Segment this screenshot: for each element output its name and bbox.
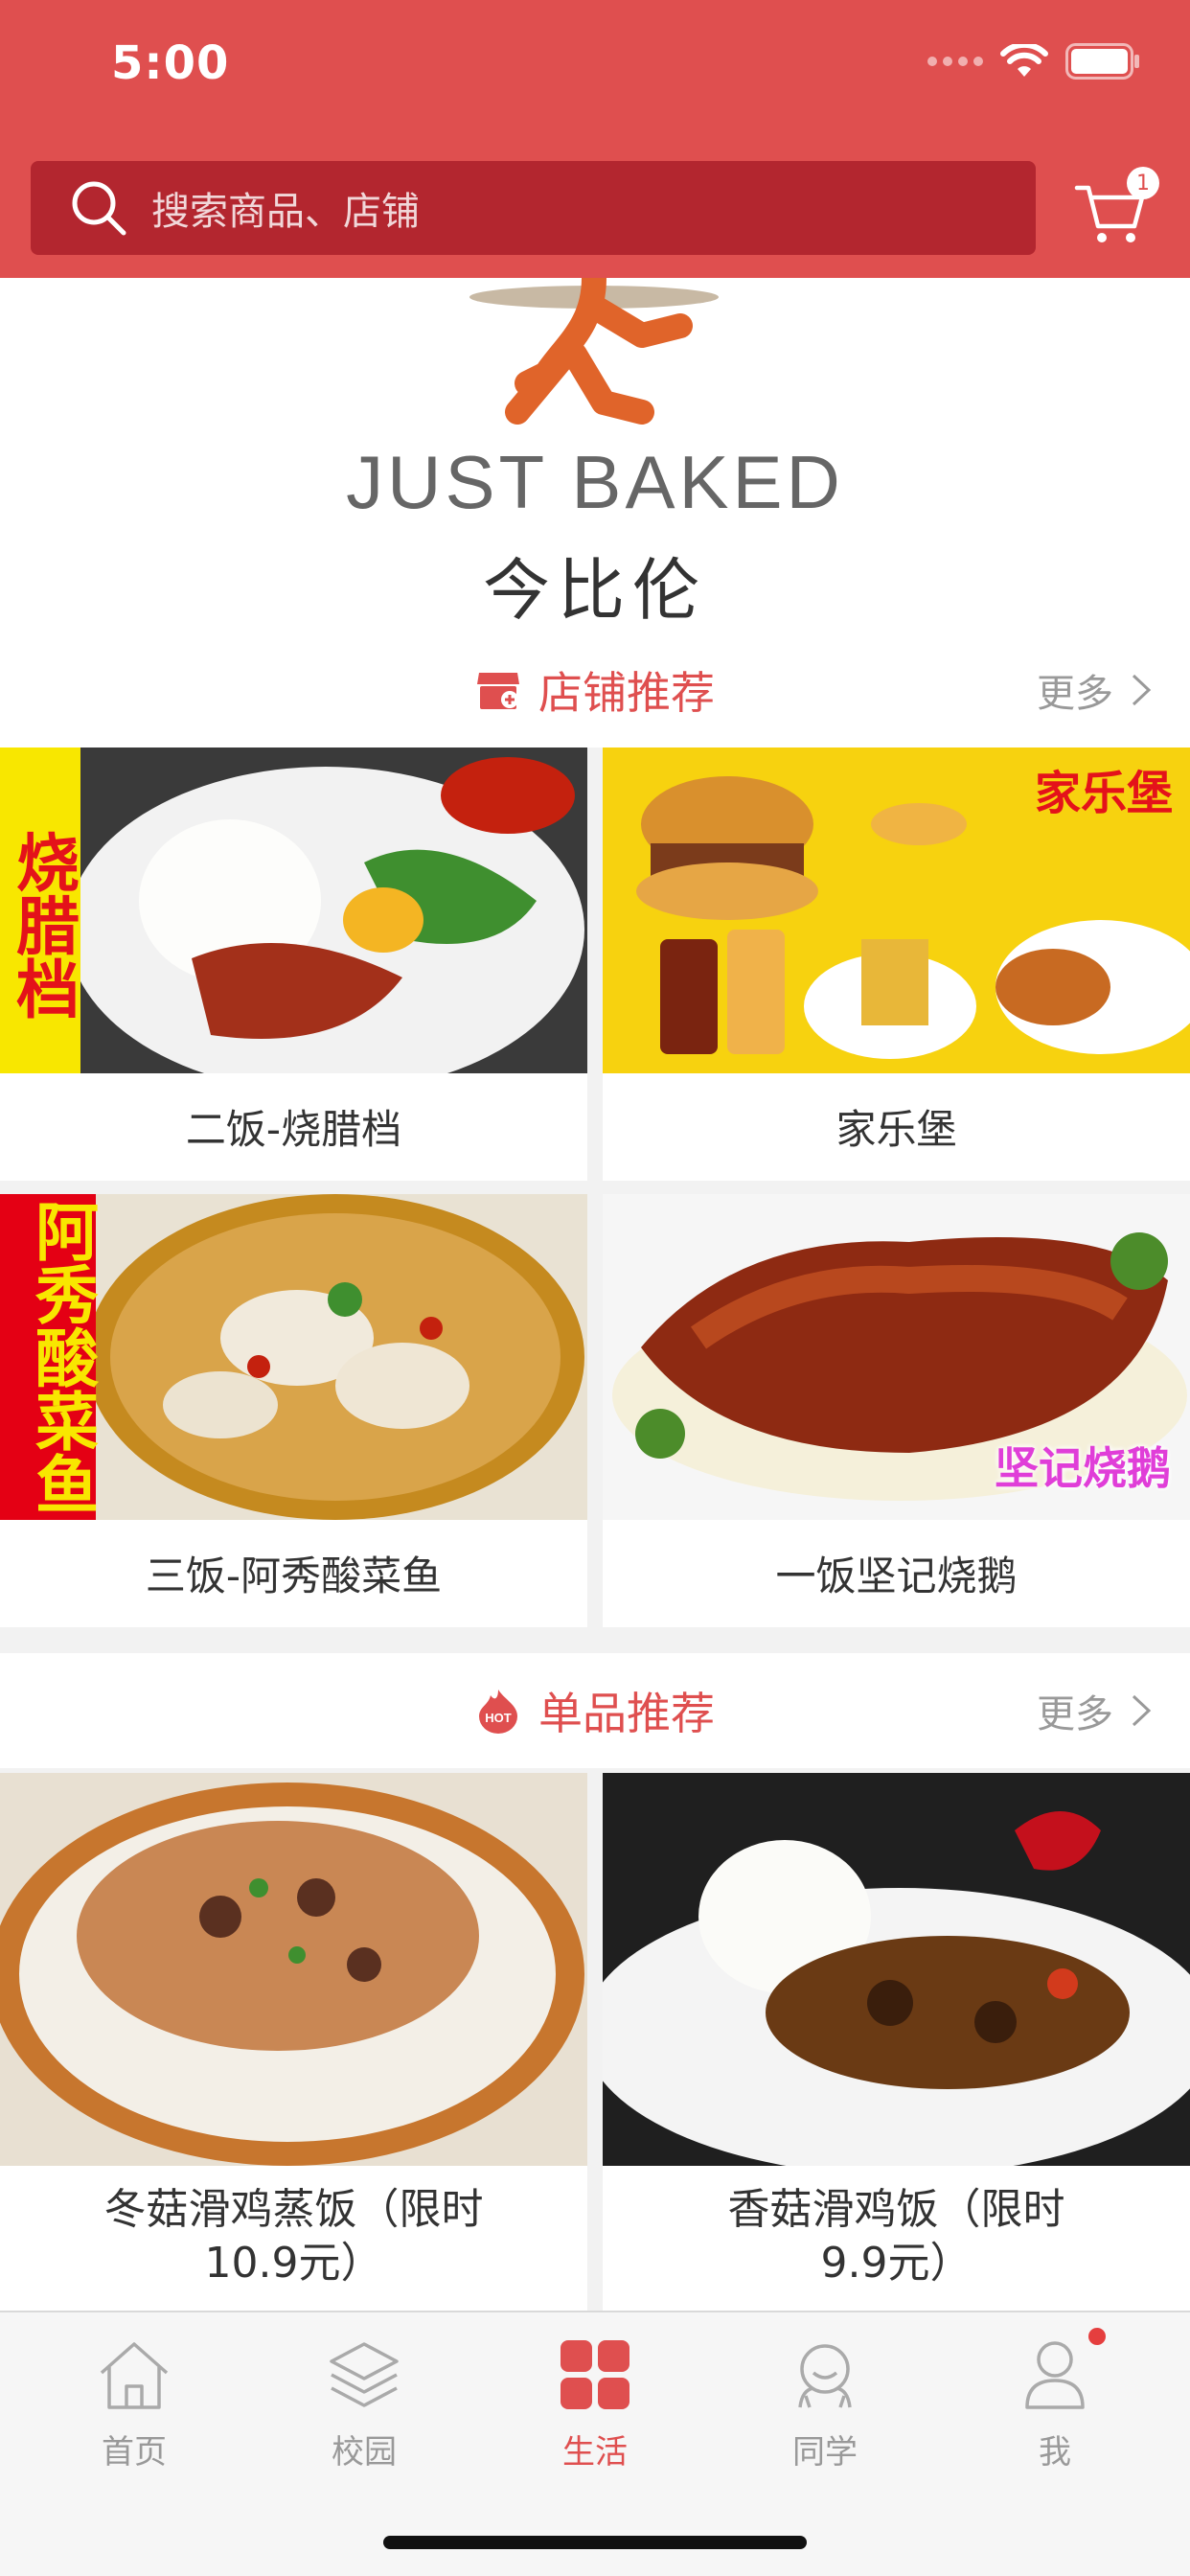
tab-life[interactable]: 生活 [480,2332,710,2485]
signal-icon [927,57,983,66]
tab-classmates[interactable]: 同学 [710,2332,940,2485]
shops-section-header: 店铺推荐 更多 [0,632,1190,748]
cart-button[interactable]: 1 [1073,165,1159,251]
product-card[interactable]: 香菇滑鸡饭（限时 9.9元） [603,1773,1190,2311]
shop-tag: 坚记烧鹅 [995,1442,1171,1494]
runner-logo-image [469,278,719,425]
product-image [603,1773,1190,2166]
tab-home[interactable]: 首页 [19,2332,249,2485]
search-bar[interactable]: 搜索商品、店铺 [31,161,1036,255]
shop-tag: 阿秀酸菜鱼 [0,1194,99,1520]
shop-tag: 烧腊档 [0,748,80,1073]
brand-chinese: 今比伦 [483,551,707,630]
tab-me[interactable]: 我 [940,2328,1170,2485]
shop-image: 家乐堡 [603,748,1190,1073]
shop-name: 一饭坚记烧鹅 [775,1552,1018,1599]
battery-icon [1065,43,1139,80]
shop-image: 阿秀酸菜鱼 [0,1194,587,1520]
product-image [0,1773,587,2166]
shop-card-shaolaidang[interactable]: 烧腊档 二饭-烧腊档 [0,748,587,1181]
shop-card-axiu-fish[interactable]: 阿秀酸菜鱼 三饭-阿秀酸菜鱼 [0,1194,587,1627]
classmate-icon [782,2332,868,2418]
shop-name: 二饭-烧腊档 [185,1105,402,1153]
svg-text:HOT: HOT [485,1711,512,1725]
screen: 5:00 搜索商品、店铺 1 JUST BAKED 今比伦 店铺推荐 更多 烧腊… [0,0,1190,2576]
home-indicator[interactable] [383,2536,807,2549]
wifi-icon [1000,44,1048,77]
shop-image: 烧腊档 [0,748,587,1073]
status-icons [927,43,1142,80]
shops-title: 店铺推荐 [538,667,715,719]
shop-name: 家乐堡 [835,1105,957,1153]
shop-name: 三饭-阿秀酸菜鱼 [145,1552,443,1599]
shop-card-jialebao[interactable]: 家乐堡 家乐堡 [603,748,1190,1181]
chevron-right-icon [1132,1694,1152,1727]
brand-english: JUST BAKED [346,440,844,524]
home-icon [91,2332,177,2418]
notification-dot [1088,2328,1106,2345]
shop-card-jianji-goose[interactable]: 坚记烧鹅 一饭坚记烧鹅 [603,1194,1190,1627]
products-more-link[interactable]: 更多 [1037,1653,1152,1768]
product-name: 香菇滑鸡饭（限时 9.9元） [727,2185,1065,2288]
product-card[interactable]: 冬菇滑鸡蒸饭（限时 10.9元） [0,1773,587,2311]
products-section-header: HOT 单品推荐 更多 [0,1653,1190,1768]
product-name: 冬菇滑鸡蒸饭（限时 10.9元） [103,2185,484,2288]
status-time: 5:00 [111,36,230,90]
grid-icon [552,2332,638,2418]
hot-icon: HOT [479,1690,517,1734]
cart-badge: 1 [1127,167,1159,199]
promo-banner[interactable]: JUST BAKED 今比伦 [0,278,1190,632]
profile-icon [1012,2328,1106,2418]
chevron-right-icon [1132,674,1152,706]
store-icon [477,673,519,709]
shops-more-link[interactable]: 更多 [1037,632,1152,748]
shop-tag: 家乐堡 [1034,767,1173,820]
shop-image: 坚记烧鹅 [603,1194,1190,1520]
products-title: 单品推荐 [538,1688,715,1739]
search-icon [65,174,132,242]
search-input[interactable]: 搜索商品、店铺 [151,180,420,236]
app-header: 5:00 搜索商品、店铺 1 [0,0,1190,278]
layers-icon [321,2332,407,2418]
tab-campus[interactable]: 校园 [249,2332,479,2485]
